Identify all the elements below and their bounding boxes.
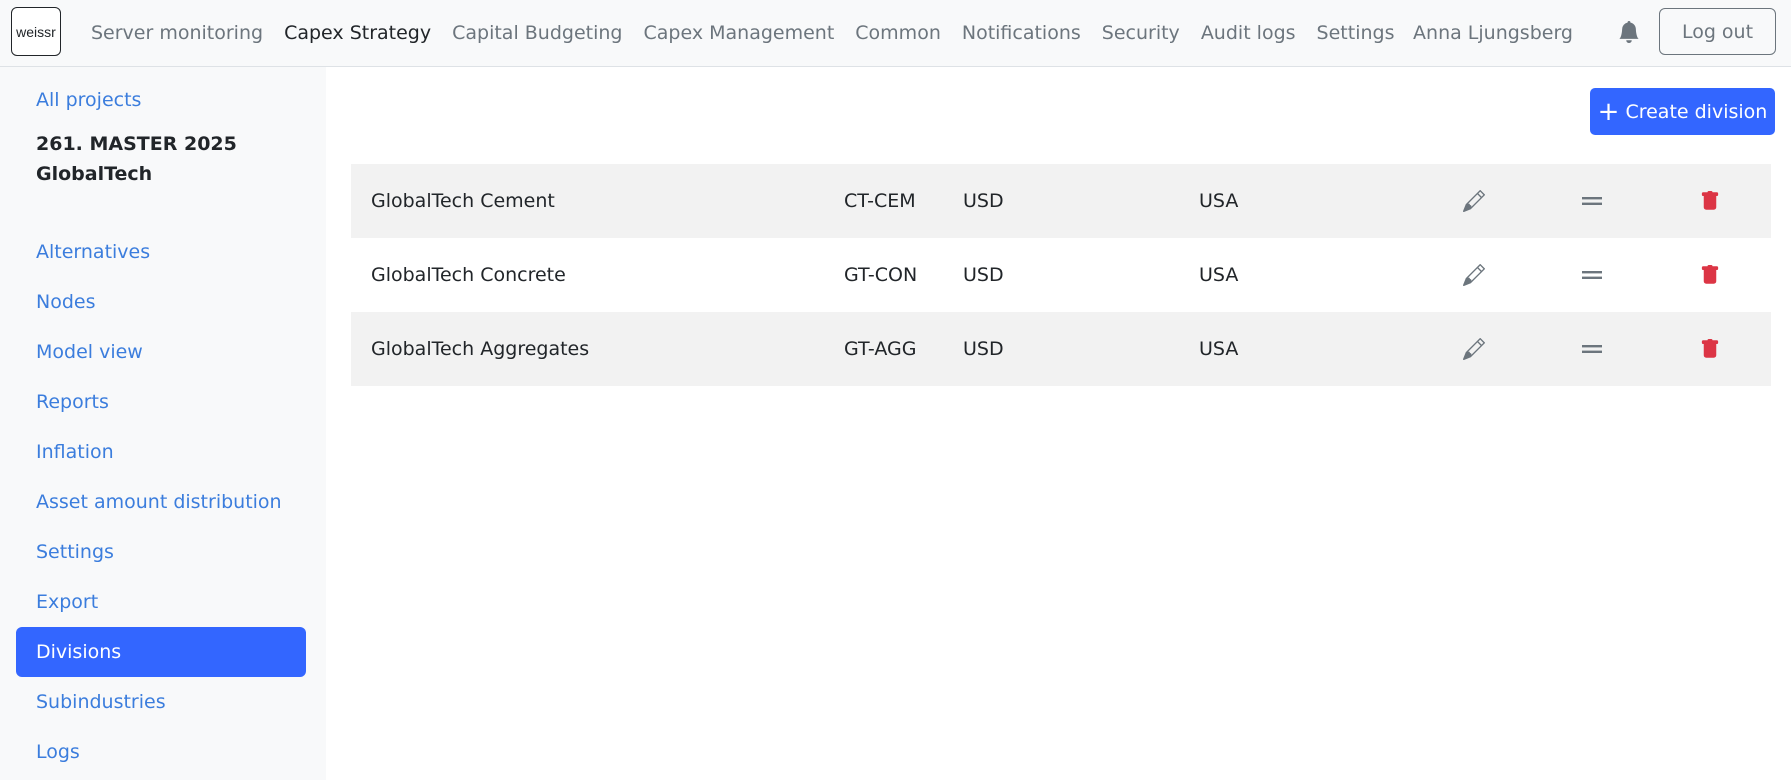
sidebar-all-projects-link[interactable]: All projects bbox=[36, 89, 141, 111]
nav-item-notifications[interactable]: Notifications bbox=[962, 22, 1081, 44]
plus-icon: + bbox=[1597, 96, 1620, 127]
division-name: GlobalTech Concrete bbox=[371, 264, 566, 286]
top-navbar: weissr Server monitoring Capex Strategy … bbox=[0, 0, 1791, 67]
user-name[interactable]: Anna Ljungsberg bbox=[1413, 0, 1573, 66]
division-country: USA bbox=[1199, 338, 1239, 360]
trash-icon[interactable] bbox=[1697, 312, 1723, 386]
division-country: USA bbox=[1199, 264, 1239, 286]
drag-handle-icon[interactable] bbox=[1579, 238, 1605, 312]
sidebar-item-divisions[interactable]: Divisions bbox=[16, 627, 306, 677]
nav-item-security[interactable]: Security bbox=[1102, 22, 1180, 44]
division-code: GT-AGG bbox=[844, 338, 917, 360]
pencil-icon[interactable] bbox=[1461, 312, 1487, 386]
trash-icon[interactable] bbox=[1697, 164, 1723, 238]
table-row: GlobalTech Aggregates GT-AGG USD USA bbox=[351, 312, 1771, 386]
main-nav: Server monitoring Capex Strategy Capital… bbox=[91, 0, 1415, 66]
sidebar-item-logs[interactable]: Logs bbox=[36, 741, 80, 763]
pencil-icon[interactable] bbox=[1461, 164, 1487, 238]
create-division-button[interactable]: + Create division bbox=[1590, 88, 1775, 135]
logo[interactable]: weissr bbox=[11, 7, 61, 56]
division-country: USA bbox=[1199, 190, 1239, 212]
sidebar: All projects 261. MASTER 2025 GlobalTech… bbox=[0, 67, 326, 780]
nav-item-settings[interactable]: Settings bbox=[1317, 22, 1395, 44]
nav-item-capex-management[interactable]: Capex Management bbox=[644, 22, 835, 44]
sidebar-item-asset-amount-distribution[interactable]: Asset amount distribution bbox=[36, 491, 282, 513]
pencil-icon[interactable] bbox=[1461, 238, 1487, 312]
drag-handle-icon[interactable] bbox=[1579, 312, 1605, 386]
division-currency: USD bbox=[963, 338, 1004, 360]
drag-handle-icon[interactable] bbox=[1579, 164, 1605, 238]
project-title: 261. MASTER 2025 GlobalTech bbox=[36, 129, 306, 189]
table-row: GlobalTech Cement CT-CEM USD USA bbox=[351, 164, 1771, 238]
sidebar-item-subindustries[interactable]: Subindustries bbox=[36, 691, 166, 713]
nav-item-capital-budgeting[interactable]: Capital Budgeting bbox=[452, 22, 622, 44]
division-code: GT-CON bbox=[844, 264, 918, 286]
sidebar-item-settings[interactable]: Settings bbox=[36, 541, 114, 563]
division-currency: USD bbox=[963, 264, 1004, 286]
nav-item-common[interactable]: Common bbox=[855, 22, 941, 44]
division-name: GlobalTech Cement bbox=[371, 190, 555, 212]
sidebar-item-reports[interactable]: Reports bbox=[36, 391, 109, 413]
create-division-label: Create division bbox=[1625, 100, 1768, 123]
nav-item-server-monitoring[interactable]: Server monitoring bbox=[91, 22, 263, 44]
nav-item-capex-strategy[interactable]: Capex Strategy bbox=[284, 22, 431, 44]
sidebar-item-model-view[interactable]: Model view bbox=[36, 341, 143, 363]
project-title-line2: GlobalTech bbox=[36, 163, 153, 185]
logout-button[interactable]: Log out bbox=[1659, 8, 1776, 55]
division-currency: USD bbox=[963, 190, 1004, 212]
sidebar-item-inflation[interactable]: Inflation bbox=[36, 441, 114, 463]
bell-icon[interactable] bbox=[1618, 20, 1640, 44]
project-title-line1: 261. MASTER 2025 bbox=[36, 133, 237, 155]
nav-item-audit-logs[interactable]: Audit logs bbox=[1201, 22, 1296, 44]
division-name: GlobalTech Aggregates bbox=[371, 338, 590, 360]
divisions-table: GlobalTech Cement CT-CEM USD USA GlobalT… bbox=[351, 164, 1771, 386]
sidebar-item-export[interactable]: Export bbox=[36, 591, 98, 613]
sidebar-item-alternatives[interactable]: Alternatives bbox=[36, 241, 150, 263]
table-row: GlobalTech Concrete GT-CON USD USA bbox=[351, 238, 1771, 312]
division-code: CT-CEM bbox=[844, 190, 916, 212]
trash-icon[interactable] bbox=[1697, 238, 1723, 312]
sidebar-item-nodes[interactable]: Nodes bbox=[36, 291, 96, 313]
